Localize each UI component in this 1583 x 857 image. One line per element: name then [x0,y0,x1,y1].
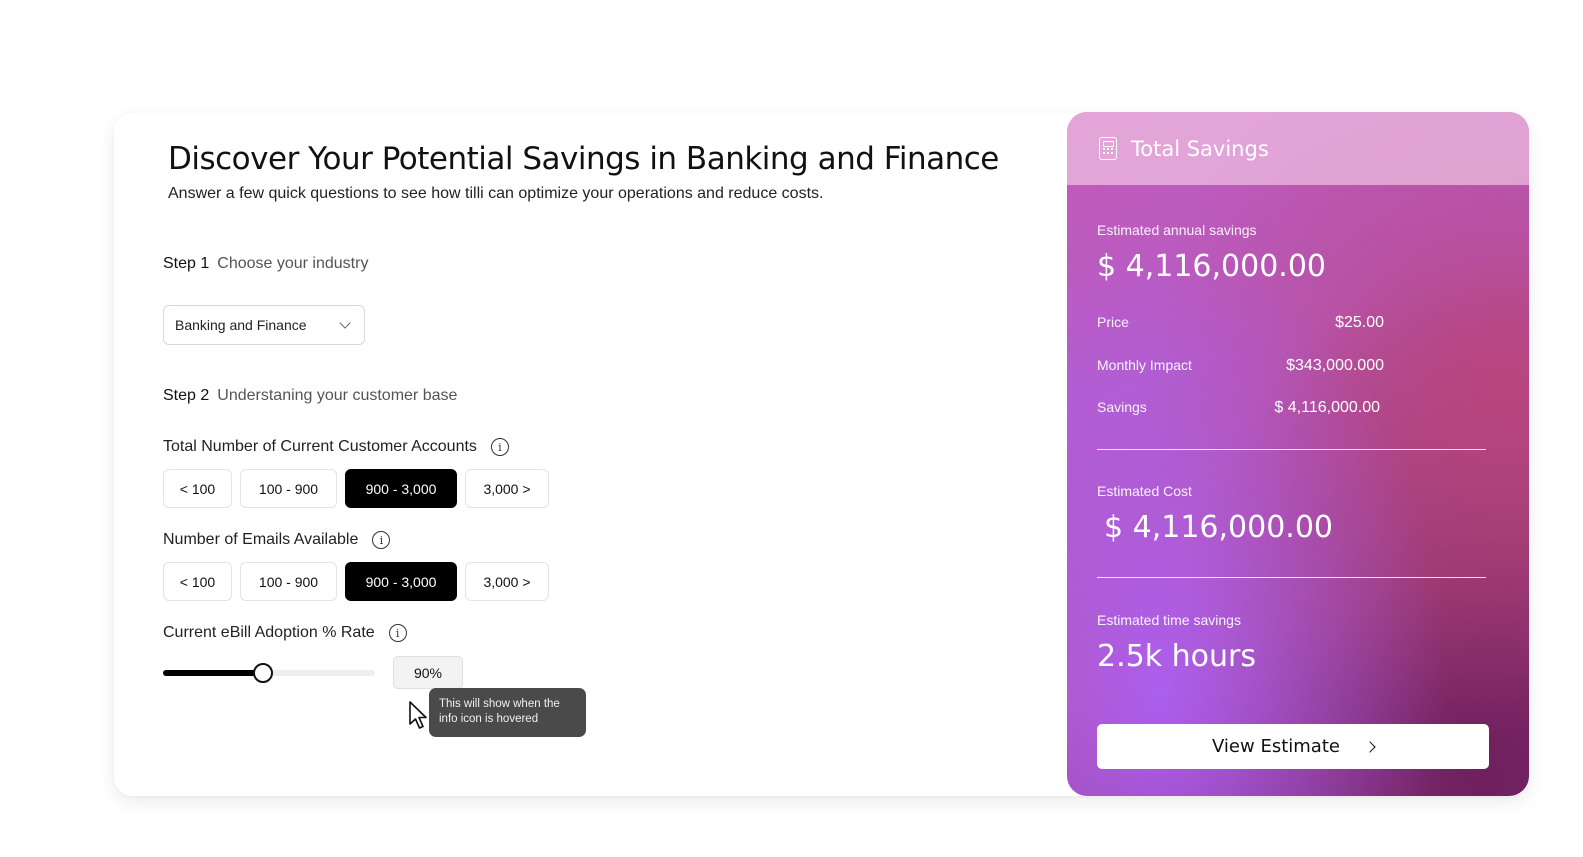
panel-divider [1097,449,1486,450]
accounts-option-lt-100[interactable]: < 100 [163,469,232,508]
accounts-option-gt-3000[interactable]: 3,000 > [465,469,549,508]
panel-divider [1097,577,1486,578]
price-label: Price [1097,314,1129,330]
info-icon[interactable]: i [372,531,391,549]
monthly-impact-row: Monthly Impact $343,000.000 [1097,357,1384,375]
savings-row: Savings $ 4,116,000.00 [1097,399,1384,417]
emails-question: Number of Emails Available i [163,531,391,549]
accounts-option-900-3000[interactable]: 900 - 3,000 [345,469,457,508]
slider-thumb[interactable] [252,663,273,683]
ebill-question: Current eBill Adoption % Rate i [163,624,407,642]
ebill-label: Current eBill Adoption % Rate [163,624,375,641]
emails-label: Number of Emails Available [163,531,359,548]
accounts-label: Total Number of Current Customer Account… [163,438,477,455]
savings-value: $ 4,116,000.00 [1274,399,1380,416]
step-1-description: Choose your industry [217,255,369,272]
accounts-option-100-900[interactable]: 100 - 900 [240,469,337,508]
step-2-heading: Step 2 Understaning your customer base [163,387,457,405]
industry-select[interactable]: Banking and Finance [163,305,365,345]
info-icon[interactable]: i [388,624,407,642]
total-savings-panel: Total Savings Estimated annual savings $… [1067,112,1529,796]
step-2-description: Understaning your customer base [217,387,458,404]
step-1-number: Step 1 [163,255,210,272]
chevron-down-icon [339,317,351,329]
panel-title: Total Savings [1131,136,1269,161]
chevron-right-icon [1364,740,1376,753]
annual-savings-value: $ 4,116,000.00 [1097,249,1327,284]
page-title: Discover Your Potential Savings in Banki… [168,141,999,177]
accounts-question: Total Number of Current Customer Account… [163,438,509,456]
info-tooltip: This will show when the info icon is hov… [429,688,586,737]
page-subtitle: Answer a few quick questions to see how … [168,185,824,202]
emails-option-900-3000[interactable]: 900 - 3,000 [345,562,457,601]
view-estimate-label: View Estimate [1212,736,1340,757]
panel-header: Total Savings [1067,112,1529,185]
slider-fill [163,670,263,676]
emails-option-gt-3000[interactable]: 3,000 > [465,562,549,601]
step-1-heading: Step 1 Choose your industry [163,255,368,273]
info-icon[interactable]: i [490,438,509,456]
emails-options: < 100 100 - 900 900 - 3,000 3,000 > [163,562,549,601]
time-savings-value: 2.5k hours [1097,639,1256,674]
monthly-impact-value: $343,000.000 [1286,357,1384,374]
price-value: $25.00 [1335,314,1384,331]
ebill-slider[interactable] [163,662,375,684]
emails-option-lt-100[interactable]: < 100 [163,562,232,601]
mouse-cursor-icon [409,701,427,729]
calculator-icon [1099,137,1117,160]
step-2-number: Step 2 [163,387,210,404]
estimated-cost-value: $ 4,116,000.00 [1104,510,1334,545]
view-estimate-button[interactable]: View Estimate [1097,724,1489,769]
savings-label: Savings [1097,399,1147,415]
annual-savings-label: Estimated annual savings [1097,222,1257,238]
emails-option-100-900[interactable]: 100 - 900 [240,562,337,601]
price-row: Price $25.00 [1097,314,1384,332]
accounts-options: < 100 100 - 900 900 - 3,000 3,000 > [163,469,549,508]
estimated-cost-label: Estimated Cost [1097,483,1192,499]
time-savings-label: Estimated time savings [1097,612,1241,628]
ebill-percent-value: 90% [393,656,463,689]
monthly-impact-label: Monthly Impact [1097,357,1192,373]
industry-select-value: Banking and Finance [175,317,307,333]
